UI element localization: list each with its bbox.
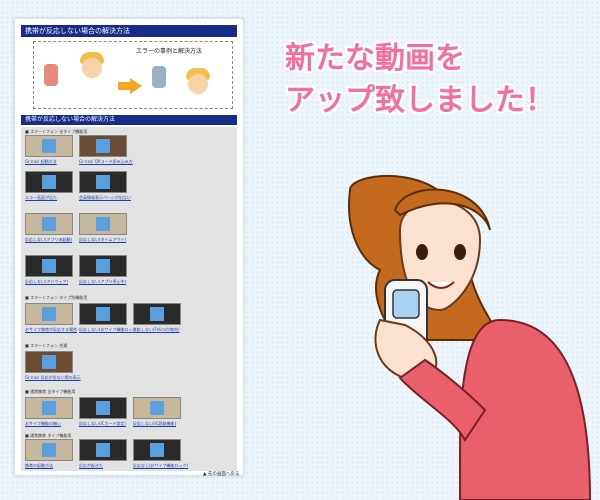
video-thumbnail[interactable] — [79, 213, 127, 235]
announcement-headline: 新たな動画を アップ致しました！ — [285, 38, 585, 122]
face-icon — [82, 58, 102, 78]
video-thumb[interactable]: 携帯の起動方法 — [25, 439, 73, 469]
headline-line-2: アップ致しました！ — [285, 83, 555, 118]
video-thumbnail[interactable] — [25, 397, 73, 419]
video-link[interactable]: 携帯の起動方法 — [25, 463, 73, 469]
group-title: ■ スマートフォン タイプ別機能用 — [25, 295, 88, 300]
video-list: ■ スマートフォン 全タイプ機能用 Gr-navi 起動方法 Gr-navi Q… — [21, 127, 237, 471]
video-thumb[interactable]: 反応なし(おサイフ機能ロック) — [133, 439, 188, 469]
video-thumbnail[interactable] — [25, 351, 73, 373]
video-thumb[interactable]: エラー画面が出た — [25, 171, 73, 201]
video-link[interactable]: 反応しない(タイムアウト) — [79, 237, 127, 243]
video-thumb[interactable]: 反応が起きた — [79, 439, 127, 469]
video-thumbnail[interactable] — [133, 303, 181, 325]
screen-icon — [96, 175, 110, 189]
screen-icon — [150, 307, 164, 321]
video-thumb[interactable]: 反応しない(アドウェア) — [25, 255, 73, 285]
screen-icon — [96, 217, 110, 231]
screen-icon — [42, 259, 56, 273]
video-thumbnail[interactable] — [79, 135, 127, 157]
video-thumbnail[interactable] — [25, 213, 73, 235]
video-thumb[interactable]: 反応しない(アプリ停止中) — [79, 255, 127, 285]
screen-icon — [96, 307, 110, 321]
screen-icon — [42, 175, 56, 189]
video-thumb[interactable]: 反応しない(IC読取機能) — [133, 397, 181, 427]
document-page: 携帯が反応しない場合の解決方法 エラーの事例と解決方法 携帯が反応しない場合の解… — [14, 18, 244, 477]
video-thumbnail[interactable] — [133, 439, 181, 461]
screen-icon — [42, 307, 56, 321]
video-thumb[interactable]: 反応しない(Felicaが無効) — [133, 303, 181, 333]
screen-icon — [96, 401, 110, 415]
video-link[interactable]: おサイフ携帯が反応する場合 — [25, 327, 77, 333]
phone-icon — [152, 66, 166, 88]
video-link[interactable]: 反応が起きた — [79, 463, 127, 469]
back-to-top-link[interactable]: ▲ 先の画面へ戻る — [203, 471, 239, 477]
video-thumb[interactable]: 反応しない(アプリ未起動) — [25, 213, 73, 243]
screen-icon — [42, 401, 56, 415]
screen-icon — [150, 401, 164, 415]
video-link[interactable]: エラー画面が出た — [25, 195, 73, 201]
group-title: ■ スマートフォン 共通 — [25, 343, 68, 348]
group-title: ■ 通常携帯 全タイプ機能用 — [25, 389, 76, 394]
screen-icon — [42, 355, 56, 369]
video-thumb[interactable]: おサイフ機能の無い — [25, 397, 73, 427]
video-thumb[interactable]: 反応しない(タイムアウト) — [79, 213, 127, 243]
screen-icon — [42, 139, 56, 153]
screen-icon — [42, 443, 56, 457]
page-title: 携帯が反応しない場合の解決方法 — [21, 25, 237, 37]
video-thumb[interactable]: Gr-navi 反応が出ない際の表示 — [25, 351, 81, 381]
video-link[interactable]: 反応しない(アドウェア) — [25, 279, 73, 285]
video-link[interactable]: 反応しない(アプリ未起動) — [25, 237, 73, 243]
video-thumb[interactable]: 反応しない(おサイフ機能ロック) — [79, 303, 138, 333]
video-thumbnail[interactable] — [25, 171, 73, 193]
video-link[interactable]: 反応しない(アプリ停止中) — [79, 279, 127, 285]
face-icon — [188, 74, 208, 94]
video-link[interactable]: 反応しない(Felicaが無効) — [133, 327, 181, 333]
video-thumb[interactable]: Gr-navi QRコード読み込み方 — [79, 135, 133, 165]
video-link[interactable]: Gr-navi 起動方法 — [25, 159, 73, 165]
screen-icon — [150, 443, 164, 457]
video-link[interactable]: おサイフ機能の無い — [25, 421, 73, 427]
headline-line-1: 新たな動画を — [285, 41, 465, 76]
video-thumbnail[interactable] — [79, 397, 127, 419]
video-thumbnail[interactable] — [79, 439, 127, 461]
video-link[interactable]: Gr-navi QRコード読み込み方 — [79, 159, 133, 165]
video-link[interactable]: Gr-navi 反応が出ない際の表示 — [25, 375, 81, 381]
screen-icon — [96, 139, 110, 153]
video-thumbnail[interactable] — [25, 135, 73, 157]
illustration-caption: エラーの事例と解決方法 — [136, 48, 203, 55]
woman-with-phone-illustration — [348, 174, 592, 500]
video-thumb[interactable]: 会員情報表示ページが出ない — [79, 171, 131, 201]
video-thumbnail[interactable] — [79, 171, 127, 193]
video-link[interactable]: 反応しない(ICカード設定) — [79, 421, 127, 427]
video-thumb[interactable]: Gr-navi 起動方法 — [25, 135, 73, 165]
phone-icon — [44, 64, 58, 86]
section-title: 携帯が反応しない場合の解決方法 — [21, 115, 237, 125]
video-thumbnail[interactable] — [25, 439, 73, 461]
video-thumbnail[interactable] — [25, 303, 73, 325]
video-thumbnail[interactable] — [79, 303, 127, 325]
video-thumb[interactable]: おサイフ携帯が反応する場合 — [25, 303, 77, 333]
video-thumbnail[interactable] — [25, 255, 73, 277]
illustration-box: エラーの事例と解決方法 — [33, 41, 233, 109]
video-link[interactable]: 反応しない(IC読取機能) — [133, 421, 181, 427]
video-link[interactable]: 反応なし(おサイフ機能ロック) — [133, 463, 188, 469]
video-thumbnail[interactable] — [133, 397, 181, 419]
video-thumb[interactable]: 反応しない(ICカード設定) — [79, 397, 127, 427]
video-link[interactable]: 会員情報表示ページが出ない — [79, 195, 131, 201]
video-link[interactable]: 反応しない(おサイフ機能ロック) — [79, 327, 138, 333]
screen-icon — [96, 259, 110, 273]
screen-icon — [96, 443, 110, 457]
video-thumbnail[interactable] — [79, 255, 127, 277]
screen-icon — [42, 217, 56, 231]
arrow-head-icon — [130, 78, 142, 94]
